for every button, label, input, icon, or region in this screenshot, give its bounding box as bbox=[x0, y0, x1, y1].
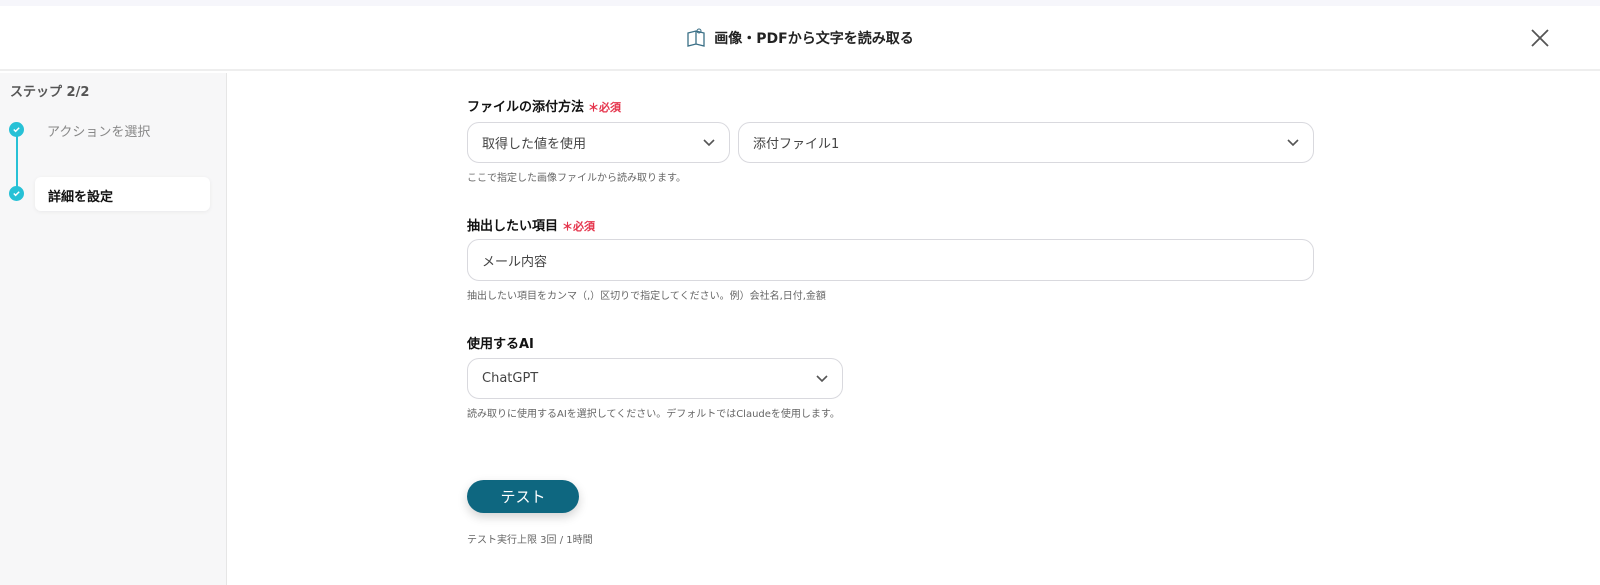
extract-items-input[interactable]: メール内容 bbox=[467, 239, 1314, 281]
attach-method-label: ファイルの添付方法 ＊必須 bbox=[467, 96, 621, 115]
required-badge: ＊必須 bbox=[562, 220, 596, 233]
close-icon[interactable] bbox=[1528, 26, 1552, 50]
step-count: ステップ 2/2 bbox=[10, 85, 90, 100]
ai-hint: 読み取りに使用するAIを選択してください。デフォルトではClaudeを使用します… bbox=[467, 409, 840, 420]
attach-method-select[interactable]: 取得した値を使用 bbox=[467, 122, 730, 163]
chevron-down-icon bbox=[816, 374, 828, 382]
extract-label-text: 抽出したい項目 bbox=[467, 219, 559, 234]
modal-title-text: 画像・PDFから文字を読み取る bbox=[714, 30, 914, 47]
chevron-down-icon bbox=[703, 138, 715, 146]
attached-file-value: 添付ファイル1 bbox=[753, 137, 840, 152]
modal-title: 画像・PDFから文字を読み取る bbox=[686, 28, 914, 48]
extract-hint: 抽出したい項目をカンマ（,）区切りで指定してください。例）会社名,日付,金額 bbox=[467, 291, 826, 302]
test-limit-text: テスト実行上限 3回 / 1時間 bbox=[467, 535, 593, 546]
extract-items-value: メール内容 bbox=[482, 254, 548, 270]
attach-hint: ここで指定した画像ファイルから読み取ります。 bbox=[467, 173, 686, 184]
ai-label: 使用するAI bbox=[467, 337, 534, 352]
extract-items-label: 抽出したい項目 ＊必須 bbox=[467, 215, 595, 234]
step-sidebar: ステップ 2/2 アクションを選択 詳細を設定 bbox=[0, 73, 227, 585]
attached-file-select[interactable]: 添付ファイル1 bbox=[738, 122, 1314, 163]
check-icon bbox=[9, 186, 24, 201]
modal-header: 画像・PDFから文字を読み取る bbox=[0, 6, 1600, 71]
step-configure-details[interactable]: 詳細を設定 bbox=[35, 177, 210, 211]
step-select-action[interactable]: アクションを選択 bbox=[47, 121, 150, 140]
chevron-down-icon bbox=[1287, 138, 1299, 146]
check-icon bbox=[9, 122, 24, 137]
test-button[interactable]: テスト bbox=[467, 480, 579, 513]
attach-method-value: 取得した値を使用 bbox=[482, 137, 587, 152]
required-badge: ＊必須 bbox=[588, 101, 622, 114]
ai-select-value: ChatGPT bbox=[482, 371, 539, 386]
book-icon bbox=[687, 28, 705, 47]
ai-select[interactable]: ChatGPT bbox=[467, 358, 843, 399]
attach-label-text: ファイルの添付方法 bbox=[467, 100, 585, 115]
